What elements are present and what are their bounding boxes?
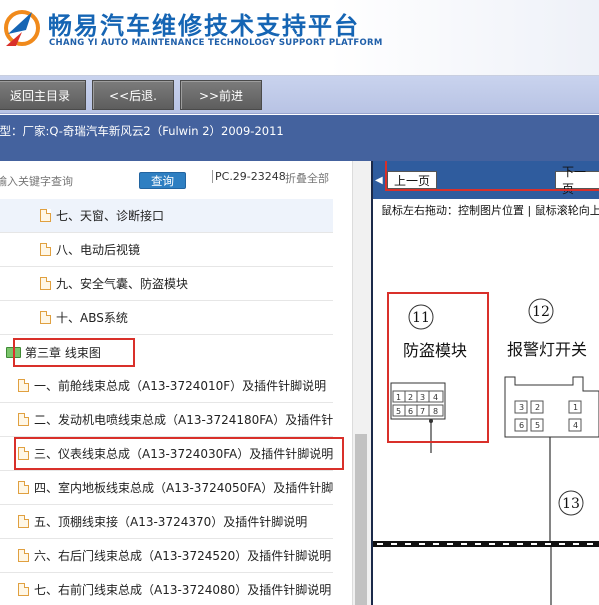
- directory-panel: 查询 PC.29-23248 折叠全部 七、天窗、诊断接口 八、电动后视镜 九、…: [0, 161, 371, 605]
- svg-text:2: 2: [535, 403, 540, 412]
- svg-text:4: 4: [573, 421, 578, 430]
- app-header: 畅易汽车维修技术支持平台 CHANG YI AUTO MAINTENANCE T…: [0, 0, 599, 76]
- svg-text:3: 3: [420, 393, 425, 402]
- vehicle-model: 车型：厂家:Q-奇瑞汽车新风云2（Fulwin 2）2009-2011: [0, 124, 284, 138]
- document-icon: [18, 413, 29, 426]
- tree-item-label: 第三章 线束图: [25, 345, 101, 360]
- component-number-11: 11: [412, 310, 430, 326]
- tree-item[interactable]: 一、前舱线束总成（A13-3724010F）及插件针脚说明: [0, 369, 333, 403]
- tree-item-label: 二、发动机电喷线束总成（A13-3724180FA）及插件针脚说明: [34, 413, 333, 427]
- tree-item[interactable]: 七、天窗、诊断接口: [0, 199, 333, 233]
- tree-item-label: 八、电动后视镜: [56, 243, 141, 257]
- svg-text:4: 4: [433, 393, 438, 402]
- home-button[interactable]: 返回主目录: [0, 80, 86, 110]
- search-row: 查询 PC.29-23248 折叠全部: [0, 161, 371, 199]
- svg-text:8: 8: [433, 407, 438, 416]
- tree-item-label: 三、仪表线束总成（A13-3724030FA）及插件针脚说明: [34, 447, 333, 461]
- tree-folder[interactable]: 第三章 线束图: [0, 335, 333, 369]
- nav-bar: 返回主目录 <<后退. >>前进: [0, 76, 599, 114]
- document-icon: [18, 481, 29, 494]
- tree-item-label: 七、天窗、诊断接口: [56, 209, 165, 223]
- component-number-13: 13: [562, 496, 580, 512]
- tree-item[interactable]: 五、顶棚线束接（A13-3724370）及插件针脚说明: [0, 505, 333, 539]
- component-label-warning-switch: 报警灯开关: [507, 340, 587, 359]
- collapse-all-link[interactable]: 折叠全部: [285, 170, 329, 186]
- document-icon: [18, 515, 29, 528]
- platform-title: 畅易汽车维修技术支持平台: [48, 12, 360, 40]
- document-icon: [40, 243, 51, 256]
- prev-page-button[interactable]: 上一页: [387, 171, 438, 189]
- viewer-tip: 鼠标左右拖动：控制图片位置 | 鼠标滚轮向上/向下：放大/缩小图片: [373, 201, 599, 221]
- back-button[interactable]: <<后退.: [92, 80, 174, 110]
- left-arrow-icon: ◀: [375, 175, 383, 186]
- search-input[interactable]: [0, 171, 126, 191]
- svg-text:1: 1: [396, 393, 401, 402]
- tree-item-label: 十、ABS系统: [56, 311, 128, 325]
- tree-scrollbar-thumb[interactable]: [355, 434, 367, 605]
- document-icon: [40, 277, 51, 290]
- pc-code: PC.29-23248: [212, 170, 286, 183]
- svg-text:3: 3: [519, 403, 524, 412]
- svg-text:2: 2: [408, 393, 413, 402]
- svg-text:6: 6: [519, 421, 524, 430]
- tree-item[interactable]: 四、室内地板线束总成（A13-3724050FA）及插件针脚说明: [0, 471, 333, 505]
- forward-button[interactable]: >>前进: [180, 80, 262, 110]
- tree-item-label: 一、前舱线束总成（A13-3724010F）及插件针脚说明: [34, 379, 327, 393]
- tree-item-label: 九、安全气囊、防盗模块: [56, 277, 189, 291]
- diagram-viewer: ◀ 上一页 下一页 鼠标左右拖动：控制图片位置 | 鼠标滚轮向上/向下：放大/缩…: [371, 161, 599, 605]
- platform-logo-icon: [4, 10, 40, 46]
- platform-subtitle: CHANG YI AUTO MAINTENANCE TECHNOLOGY SUP…: [49, 38, 383, 48]
- tree-item-label: 四、室内地板线束总成（A13-3724050FA）及插件针脚说明: [34, 481, 333, 495]
- model-bar: 车型：厂家:Q-奇瑞汽车新风云2（Fulwin 2）2009-2011: [0, 115, 599, 161]
- search-button[interactable]: 查询: [139, 172, 186, 189]
- tree-item[interactable]: 六、右后门线束总成（A13-3724520）及插件针脚说明: [0, 539, 333, 573]
- svg-text:5: 5: [535, 421, 540, 430]
- viewer-toolbar: ◀ 上一页 下一页: [373, 161, 599, 199]
- component-label-antitheft: 防盗模块: [403, 341, 467, 360]
- tree-item-label: 六、右后门线束总成（A13-3724520）及插件针脚说明: [34, 549, 332, 563]
- tree-item[interactable]: 九、安全气囊、防盗模块: [0, 267, 333, 301]
- tree-item-label: 七、右前门线束总成（A13-3724080）及插件针脚说明: [34, 583, 332, 597]
- tree-item-label: 五、顶棚线束接（A13-3724370）及插件针脚说明: [34, 515, 308, 529]
- svg-text:6: 6: [408, 407, 413, 416]
- tree-item[interactable]: 二、发动机电喷线束总成（A13-3724180FA）及插件针脚说明: [0, 403, 333, 437]
- document-icon: [40, 209, 51, 222]
- tree-item[interactable]: 八、电动后视镜: [0, 233, 333, 267]
- next-page-button[interactable]: 下一页: [555, 165, 599, 196]
- document-icon: [18, 583, 29, 596]
- folder-open-icon: [6, 346, 21, 358]
- ground-bus: [373, 541, 599, 547]
- tree-item[interactable]: 七、右前门线束总成（A13-3724080）及插件针脚说明: [0, 573, 333, 605]
- tree-item[interactable]: 三、仪表线束总成（A13-3724030FA）及插件针脚说明: [0, 437, 333, 471]
- component-number-12: 12: [532, 304, 550, 320]
- svg-text:5: 5: [396, 407, 401, 416]
- document-icon: [18, 379, 29, 392]
- svg-text:7: 7: [420, 407, 425, 416]
- svg-text:1: 1: [573, 403, 578, 412]
- tree-item[interactable]: 十、ABS系统: [0, 301, 333, 335]
- document-icon: [18, 549, 29, 562]
- document-icon: [18, 447, 29, 460]
- wiring-diagram[interactable]: 11 防盗模块 1 2 3 4 5 6 7 8 12 报警灯开关 3 2 1 6…: [373, 223, 599, 605]
- document-icon: [40, 311, 51, 324]
